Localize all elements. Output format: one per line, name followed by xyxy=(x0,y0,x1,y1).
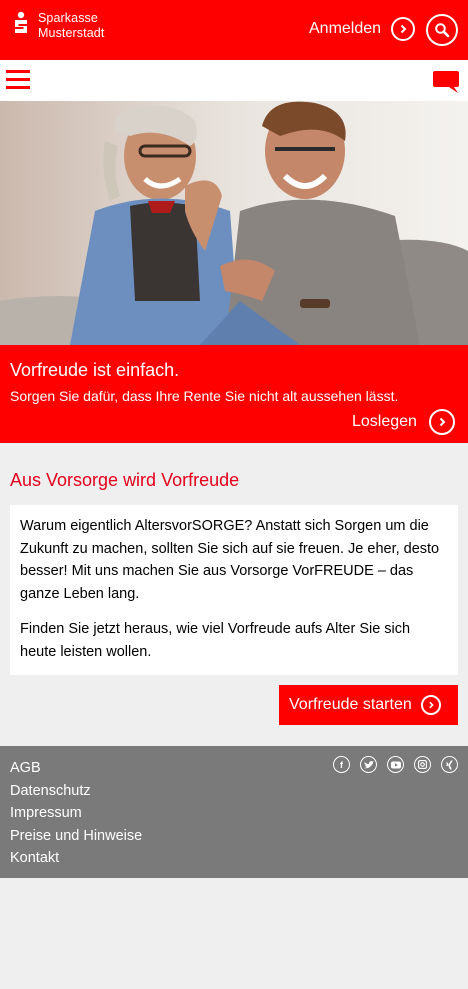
search-button[interactable] xyxy=(426,14,458,46)
banner-title: Vorfreude ist einfach. xyxy=(10,360,180,380)
facebook-icon[interactable]: f xyxy=(333,756,350,773)
youtube-icon[interactable] xyxy=(387,756,404,773)
banner-subtitle: Sorgen Sie dafür, dass Ihre Rente Sie ni… xyxy=(10,388,399,404)
info-card: Warum eigentlich AltersvorSORGE? Anstatt… xyxy=(10,505,458,675)
sparkasse-s-icon xyxy=(12,11,30,41)
info-paragraph-2: Finden Sie jetzt heraus, wie viel Vorfre… xyxy=(20,621,411,660)
footer-link-preise[interactable]: Preise und Hinweise xyxy=(10,825,142,848)
nav-bar xyxy=(0,60,468,101)
social-icons: f xyxy=(333,756,458,773)
search-icon xyxy=(435,23,450,38)
sparkasse-logo[interactable]: Sparkasse Musterstadt xyxy=(12,11,104,41)
logo-text: Sparkasse Musterstadt xyxy=(38,11,104,41)
footer-link-kontakt[interactable]: Kontakt xyxy=(10,847,142,870)
footer-link-datenschutz[interactable]: Datenschutz xyxy=(10,780,142,803)
login-label: Anmelden xyxy=(309,20,382,37)
vorfreude-starten-button[interactable]: Vorfreude starten xyxy=(279,685,458,725)
footer-link-agb[interactable]: AGB xyxy=(10,757,142,780)
vorfreude-starten-label: Vorfreude starten xyxy=(289,696,412,713)
xing-icon[interactable] xyxy=(441,756,458,773)
footer-links: AGB Datenschutz Impressum Preise und Hin… xyxy=(10,757,142,870)
hero-image xyxy=(0,101,468,345)
menu-icon[interactable] xyxy=(6,68,30,92)
promo-banner: Vorfreude ist einfach. Sorgen Sie dafür,… xyxy=(0,345,468,443)
chevron-right-icon xyxy=(420,695,441,715)
footer-link-impressum[interactable]: Impressum xyxy=(10,802,142,825)
section-heading: Aus Vorsorge wird Vorfreude xyxy=(10,470,240,490)
instagram-icon[interactable] xyxy=(414,756,431,773)
loslegen-label: Loslegen xyxy=(352,413,417,430)
chevron-right-icon xyxy=(391,17,416,41)
chevron-right-icon xyxy=(428,409,455,435)
logo-line-1: Sparkasse xyxy=(38,11,98,25)
chat-icon[interactable] xyxy=(432,70,460,94)
loslegen-button[interactable]: Loslegen xyxy=(352,409,455,435)
twitter-icon[interactable] xyxy=(360,756,377,773)
logo-line-2: Musterstadt xyxy=(38,26,105,40)
login-button[interactable]: Anmelden xyxy=(309,17,416,41)
top-header: Sparkasse Musterstadt Anmelden xyxy=(0,0,468,60)
footer: AGB Datenschutz Impressum Preise und Hin… xyxy=(0,746,468,878)
info-paragraph-1: Warum eigentlich AltersvorSORGE? Anstatt… xyxy=(20,518,440,602)
